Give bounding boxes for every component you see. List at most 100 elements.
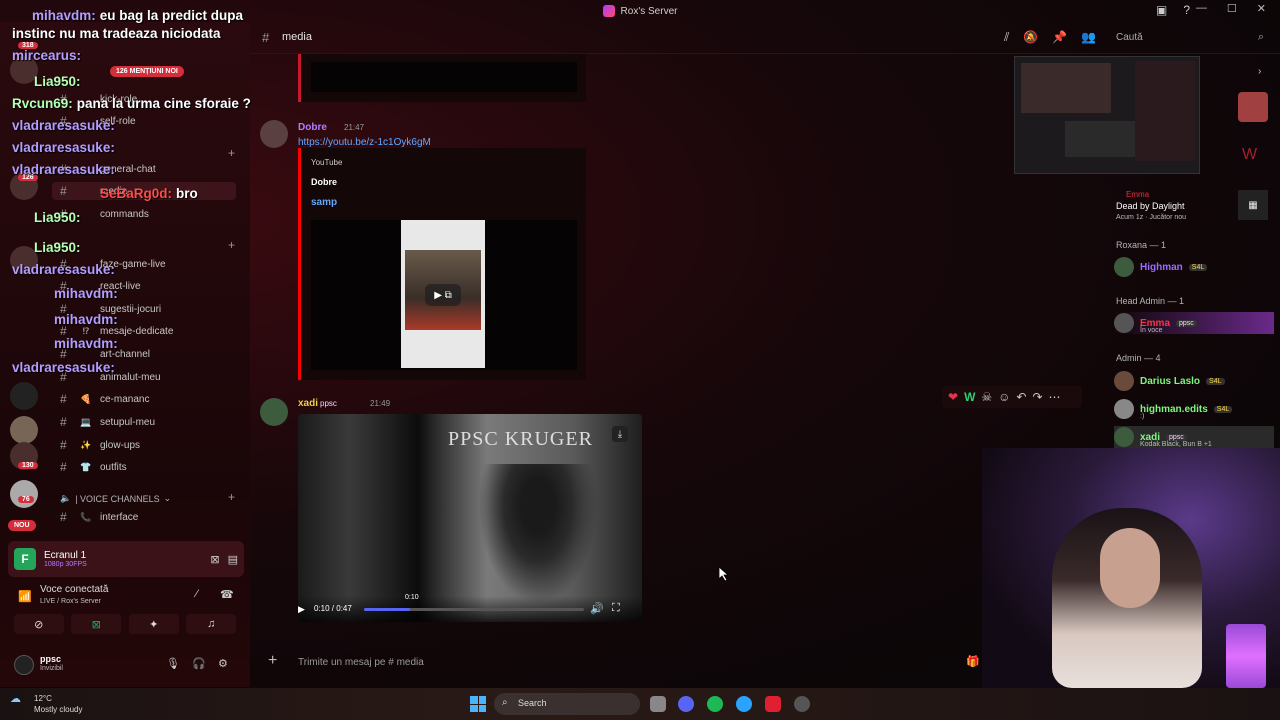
screen-share-button[interactable]: ⊠ <box>71 614 122 634</box>
server-icon[interactable] <box>10 480 38 508</box>
server-icon[interactable] <box>10 416 38 444</box>
add-channel-icon[interactable]: + <box>228 146 235 160</box>
weather-widget[interactable]: 12°C Mostly cloudy <box>34 693 82 715</box>
noise-suppression-icon[interactable]: ⁄ <box>196 588 198 600</box>
embed-media[interactable] <box>311 62 577 92</box>
chat-message: SeBaRg0d: bro <box>100 186 198 201</box>
window-title: Rox's Server <box>602 5 677 17</box>
category-label: | VOICE CHANNELS <box>75 493 160 504</box>
edge-icon[interactable] <box>736 696 752 712</box>
embed-thumbnail[interactable]: ▶ ⧉ <box>311 220 577 370</box>
members-icon[interactable]: 👥 <box>1081 30 1096 45</box>
avatar[interactable] <box>260 398 288 426</box>
mute-icon[interactable]: 🔕 <box>1023 30 1038 45</box>
message-author[interactable]: xadi <box>298 398 318 409</box>
channel-setupul-meu[interactable]: # 💻 setupul-meu <box>60 413 155 431</box>
microphone-icon[interactable]: 🎙 <box>166 657 180 670</box>
play-icon[interactable]: ▶ <box>298 604 305 615</box>
forward-icon[interactable]: ↷ <box>1032 390 1042 404</box>
help-icon[interactable]: ? <box>1183 3 1190 17</box>
taskbar-search[interactable]: ⌕ Search <box>494 693 640 715</box>
stream-settings-icon[interactable]: ▤ <box>228 553 238 566</box>
add-channel-icon[interactable]: + <box>228 238 235 252</box>
gear-icon[interactable]: ⚙ <box>218 657 228 670</box>
channel-outfits[interactable]: # 👕 outfits <box>60 458 127 476</box>
member-item[interactable]: highman.edits S4L :) <box>1114 398 1233 420</box>
embed-provider[interactable]: YouTube <box>311 158 342 167</box>
reply-icon[interactable]: ↶ <box>1016 390 1026 404</box>
volume-icon[interactable]: 🔊 <box>590 602 604 615</box>
server-icon[interactable] <box>10 382 38 410</box>
member-item[interactable]: xadi ppsc Kodak Black, Bun B +1 <box>1114 426 1274 448</box>
soundboard-button[interactable]: ♫ <box>186 614 237 634</box>
member-item[interactable]: Darius Laslo S4L <box>1114 370 1225 392</box>
game-icon[interactable]: ▦ <box>1238 190 1268 220</box>
camera-off-button[interactable]: ⊘ <box>13 614 64 634</box>
inbox-icon[interactable]: ▣ <box>1156 3 1167 17</box>
maximize-button[interactable]: ☐ <box>1227 2 1237 15</box>
play-icon[interactable]: ▶ ⧉ <box>425 284 461 306</box>
headphones-icon[interactable]: 🎧 <box>192 657 206 670</box>
message-link[interactable]: https://youtu.be/z-1c1Oyk6gM <box>298 137 431 148</box>
spotify-icon[interactable] <box>707 696 723 712</box>
message-author[interactable]: Dobre <box>298 122 327 133</box>
channel-glow-ups[interactable]: # ✨ glow-ups <box>60 436 140 454</box>
video-player[interactable]: PPSC KRUGER ⤓ ▶ 0:10 / 0:47 0:10 🔊 ⛶ <box>298 414 642 622</box>
activity-game[interactable]: Dead by Daylight <box>1116 201 1185 211</box>
chat-message: vladraresasuke: <box>12 162 115 177</box>
new-server-badge[interactable]: NOU <box>8 520 36 531</box>
avatar[interactable] <box>14 655 34 675</box>
app-icon[interactable] <box>765 696 781 712</box>
settings-icon[interactable] <box>794 696 810 712</box>
weather-icon[interactable]: ☁ <box>10 692 21 705</box>
w-reaction[interactable]: W <box>964 390 975 404</box>
minimize-button[interactable]: — <box>1196 2 1207 15</box>
fullscreen-icon[interactable]: ⛶ <box>612 602 620 615</box>
username[interactable]: ppsc <box>40 654 61 664</box>
start-tile <box>478 704 486 712</box>
close-button[interactable]: ✕ <box>1257 2 1266 15</box>
voice-server-label[interactable]: LIVE / Rox's Server <box>40 598 101 605</box>
chat-message: Lia950: <box>34 74 81 89</box>
disconnect-icon[interactable]: ☎ <box>220 588 234 601</box>
chat-message: vladraresasuke: <box>12 118 115 133</box>
channel-name: media <box>282 31 312 43</box>
more-icon[interactable]: ⋯ <box>1049 390 1061 404</box>
pin-icon[interactable]: 📌 <box>1052 30 1067 45</box>
search-input[interactable]: Caută ⌕ <box>1110 28 1270 48</box>
speaker-icon: 🔈 <box>60 493 72 503</box>
video-figure <box>478 464 598 604</box>
skull-reaction[interactable]: ☠ <box>981 390 992 404</box>
channel-interface[interactable]: # 📞 interface <box>60 508 138 526</box>
chevron-right-icon[interactable]: › <box>1258 66 1261 77</box>
file-explorer-icon[interactable] <box>650 696 666 712</box>
video-progress[interactable] <box>364 608 584 611</box>
streamer-face <box>1100 528 1160 608</box>
add-channel-icon[interactable]: + <box>228 490 235 504</box>
discord-icon[interactable] <box>678 696 694 712</box>
avatar[interactable] <box>260 120 288 148</box>
heart-reaction[interactable]: ❤ <box>948 390 958 404</box>
embed-title[interactable]: samp <box>311 197 337 208</box>
stream-thumbnail[interactable] <box>1238 92 1268 122</box>
activities-button[interactable]: ✦ <box>128 614 179 634</box>
stream-panel[interactable]: F Ecranul 1 1080p 30FPS ⊠ ▤ <box>8 541 244 577</box>
voice-status-label[interactable]: Voce conectată <box>40 584 108 595</box>
add-attachment-icon[interactable]: + <box>268 652 277 670</box>
add-reaction-icon[interactable]: ☺ <box>998 390 1010 404</box>
screen-share-preview[interactable] <box>1014 56 1200 174</box>
member-item[interactable]: Emma ppsc În voce <box>1114 312 1274 334</box>
mentions-badge[interactable]: 126 MENȚIUNI NOI <box>110 66 184 77</box>
gift-icon[interactable]: 🎁 <box>966 655 980 668</box>
download-icon[interactable]: ⤓ <box>612 426 628 442</box>
channel-emoji: 🍕 <box>80 393 92 404</box>
member-item[interactable]: Highman S4L <box>1114 256 1208 278</box>
activity-user[interactable]: Emma <box>1126 190 1149 199</box>
embed-author[interactable]: Dobre <box>311 177 337 187</box>
channel-ce-mananc[interactable]: # 🍕 ce-mananc <box>60 390 149 408</box>
start-button[interactable] <box>470 696 486 712</box>
message-composer[interactable]: + Trimite un mesaj pe # media 🎁 <box>250 646 990 680</box>
threads-icon[interactable]: ⫽ <box>1004 30 1009 45</box>
voice-category[interactable]: 🔈 | VOICE CHANNELS ⌄ <box>60 493 171 504</box>
stop-stream-icon[interactable]: ⊠ <box>210 553 219 566</box>
